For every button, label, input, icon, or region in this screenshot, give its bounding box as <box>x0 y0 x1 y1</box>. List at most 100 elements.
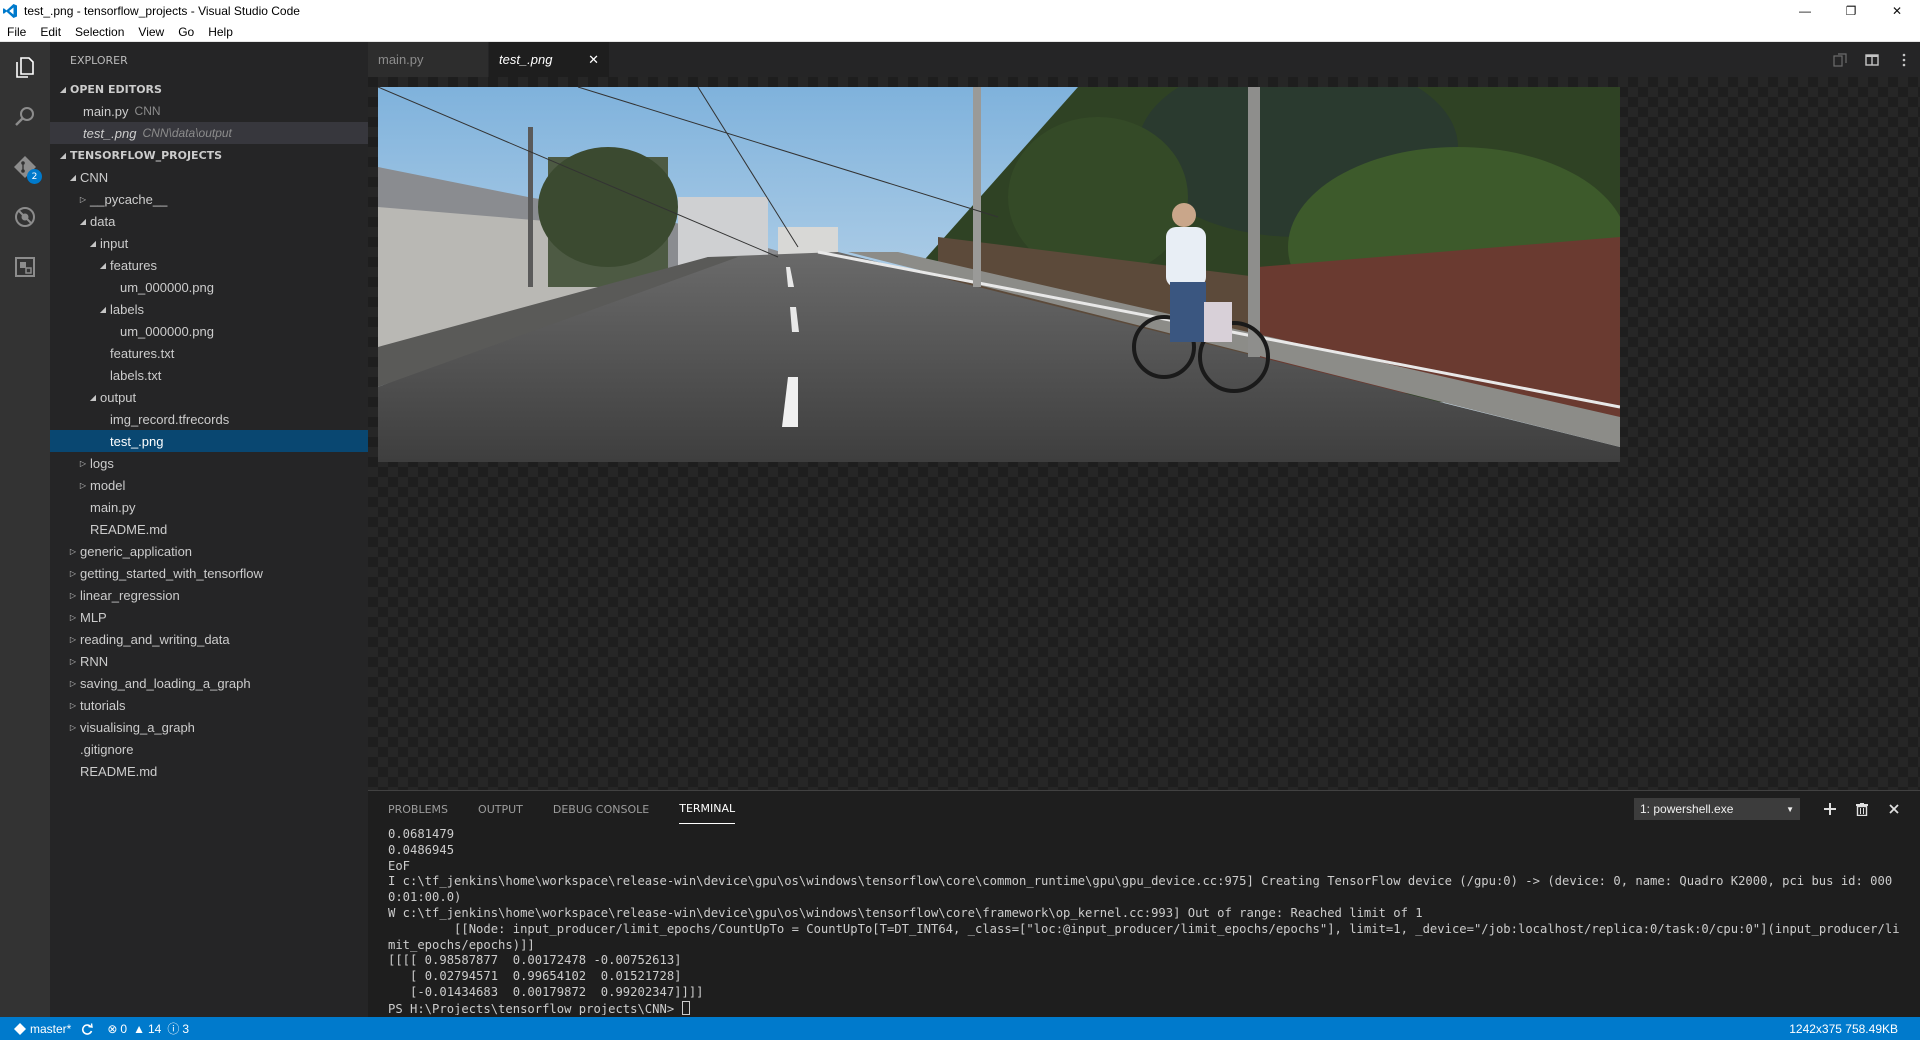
tree-folder-item[interactable]: ▷ reading_and_writing_data <box>50 628 368 650</box>
problems-indicator[interactable]: ⊗ 0 ▲ 14 ⓘ 3 <box>107 1020 189 1037</box>
tab-terminal[interactable]: TERMINAL <box>679 794 736 824</box>
tree-folder-item[interactable]: ▷ MLP <box>50 606 368 628</box>
tree-file-item[interactable]: features.txt <box>50 342 368 364</box>
tree-folder-item[interactable]: ▷ visualising_a_graph <box>50 716 368 738</box>
tree-item-label: data <box>90 213 116 229</box>
project-header[interactable]: ◢ TENSORFLOW_PROJECTS <box>50 144 368 166</box>
open-editor-path: CNN <box>134 104 161 118</box>
restore-button[interactable]: ❐ <box>1828 0 1874 22</box>
vscode-logo-icon <box>2 3 18 19</box>
new-terminal-button[interactable] <box>1814 798 1846 820</box>
tree-folder-item[interactable]: ▷ __pycache__ <box>50 188 368 210</box>
tree-folder-item[interactable]: ▷ getting_started_with_tensorflow <box>50 562 368 584</box>
menu-view[interactable]: View <box>131 25 171 39</box>
menu-bar: File Edit Selection View Go Help <box>0 22 1920 42</box>
split-editor-button[interactable] <box>1856 42 1888 77</box>
terminal-prompt-line[interactable]: PS H:\Projects\tensorflow_projects\CNN> <box>388 1000 1903 1015</box>
chevron-right-icon: ▷ <box>69 634 77 644</box>
menu-go[interactable]: Go <box>171 25 201 39</box>
tree-folder-item[interactable]: ▷ linear_regression <box>50 584 368 606</box>
terminal-output[interactable]: 0.0681479 0.0486945 EoF I c:\tf_jenkins\hom… <box>388 827 1903 1015</box>
debug-activity[interactable] <box>0 192 50 242</box>
close-panel-button[interactable] <box>1878 798 1910 820</box>
tab-test-png[interactable]: test_.png ✕ <box>489 42 609 77</box>
tab-problems[interactable]: PROBLEMS <box>388 795 448 824</box>
tree-item-label: saving_and_loading_a_graph <box>80 675 251 691</box>
tree-folder-item[interactable]: ▷ model <box>50 474 368 496</box>
tree-folder-item[interactable]: ▷ logs <box>50 452 368 474</box>
tree-item-label: img_record.tfrecords <box>110 411 230 427</box>
tree-file-item[interactable]: README.md <box>50 760 368 782</box>
split-editor-icon <box>1865 53 1879 66</box>
extensions-activity[interactable] <box>0 242 50 292</box>
chevron-right-icon: ▷ <box>69 722 77 732</box>
chevron-down-icon: ◢ <box>89 392 97 402</box>
minimize-button[interactable]: — <box>1782 0 1828 22</box>
kill-terminal-button[interactable] <box>1846 798 1878 820</box>
tree-file-item[interactable]: test_.png <box>50 430 368 452</box>
panel-actions: 1: powershell.exe ▼ <box>1634 798 1910 820</box>
explorer-sidebar: EXPLORER ◢ OPEN EDITORS main.py CNN test… <box>50 42 368 1017</box>
tree-folder-item[interactable]: ◢ input <box>50 232 368 254</box>
branch-name: master* <box>30 1021 72 1036</box>
tree-folder-item[interactable]: ◢ data <box>50 210 368 232</box>
tree-item-label: linear_regression <box>80 587 180 603</box>
open-editors-header[interactable]: ◢ OPEN EDITORS <box>50 78 368 100</box>
close-tab-button[interactable]: ✕ <box>588 52 599 68</box>
tree-item-label: RNN <box>80 653 109 669</box>
menu-edit[interactable]: Edit <box>33 25 68 39</box>
tree-item-label: input <box>100 235 129 251</box>
chevron-right-icon: ▷ <box>69 656 77 666</box>
tree-folder-item[interactable]: ◢ labels <box>50 298 368 320</box>
tree-folder-item[interactable]: ▷ saving_and_loading_a_graph <box>50 672 368 694</box>
search-icon <box>15 107 34 126</box>
street-photo-image <box>378 87 1620 462</box>
terminal-line: 0.0681479 <box>388 827 455 841</box>
terminal-line: W c:\tf_jenkins\home\workspace\release-w… <box>388 905 1423 920</box>
tree-folder-item[interactable]: ◢ features <box>50 254 368 276</box>
file-tree: ◢ CNN ▷ __pycache__ ◢ data ◢ input ◢ features um_0… <box>50 166 368 782</box>
debug-icon <box>15 207 35 227</box>
tree-folder-item[interactable]: ◢ CNN <box>50 166 368 188</box>
menu-selection[interactable]: Selection <box>68 25 131 39</box>
tab-main-py[interactable]: main.py <box>368 42 488 77</box>
tab-label: main.py <box>378 52 424 67</box>
title-bar: test_.png - tensorflow_projects - Visual… <box>0 0 1920 22</box>
tree-folder-item[interactable]: ▷ RNN <box>50 650 368 672</box>
sync-button[interactable] <box>81 1022 94 1035</box>
tab-debug-console[interactable]: DEBUG CONSOLE <box>553 795 649 824</box>
sync-icon <box>82 1022 94 1035</box>
tree-file-item[interactable]: README.md <box>50 518 368 540</box>
menu-file[interactable]: File <box>0 25 33 39</box>
tree-file-item[interactable]: .gitignore <box>50 738 368 760</box>
tab-output[interactable]: OUTPUT <box>478 795 523 824</box>
tree-file-item[interactable]: main.py <box>50 496 368 518</box>
branch-indicator[interactable]: master* <box>14 1022 71 1036</box>
search-activity[interactable] <box>0 92 50 142</box>
explorer-activity[interactable] <box>0 42 50 92</box>
terminal-line: 0.0486945 <box>388 842 455 857</box>
open-editor-item[interactable]: main.py CNN <box>50 100 368 122</box>
project-label: TENSORFLOW_PROJECTS <box>70 148 223 162</box>
source-control-activity[interactable]: 2 <box>0 142 50 192</box>
terminal-select[interactable]: 1: powershell.exe ▼ <box>1634 798 1800 820</box>
chevron-right-icon: ▷ <box>69 590 77 600</box>
open-editor-item-active[interactable]: test_.png CNN\data\output <box>50 122 368 144</box>
close-icon <box>1889 804 1899 814</box>
tree-folder-item[interactable]: ◢ output <box>50 386 368 408</box>
menu-help[interactable]: Help <box>201 25 240 39</box>
close-window-button[interactable]: ✕ <box>1874 0 1920 22</box>
tree-folder-item[interactable]: ▷ tutorials <box>50 694 368 716</box>
chevron-down-icon: ◢ <box>59 84 67 94</box>
open-changes-button[interactable] <box>1824 42 1856 77</box>
tree-file-item[interactable]: img_record.tfrecords <box>50 408 368 430</box>
tree-folder-item[interactable]: ▷ generic_application <box>50 540 368 562</box>
chevron-right-icon: ▷ <box>79 458 87 468</box>
chevron-down-icon: ◢ <box>79 216 87 226</box>
tree-file-item[interactable]: um_000000.png <box>50 320 368 342</box>
tree-file-item[interactable]: labels.txt <box>50 364 368 386</box>
trash-icon <box>1856 802 1868 816</box>
tree-file-item[interactable]: um_000000.png <box>50 276 368 298</box>
tree-item-label: .gitignore <box>80 741 134 757</box>
more-actions-button[interactable] <box>1888 42 1920 77</box>
